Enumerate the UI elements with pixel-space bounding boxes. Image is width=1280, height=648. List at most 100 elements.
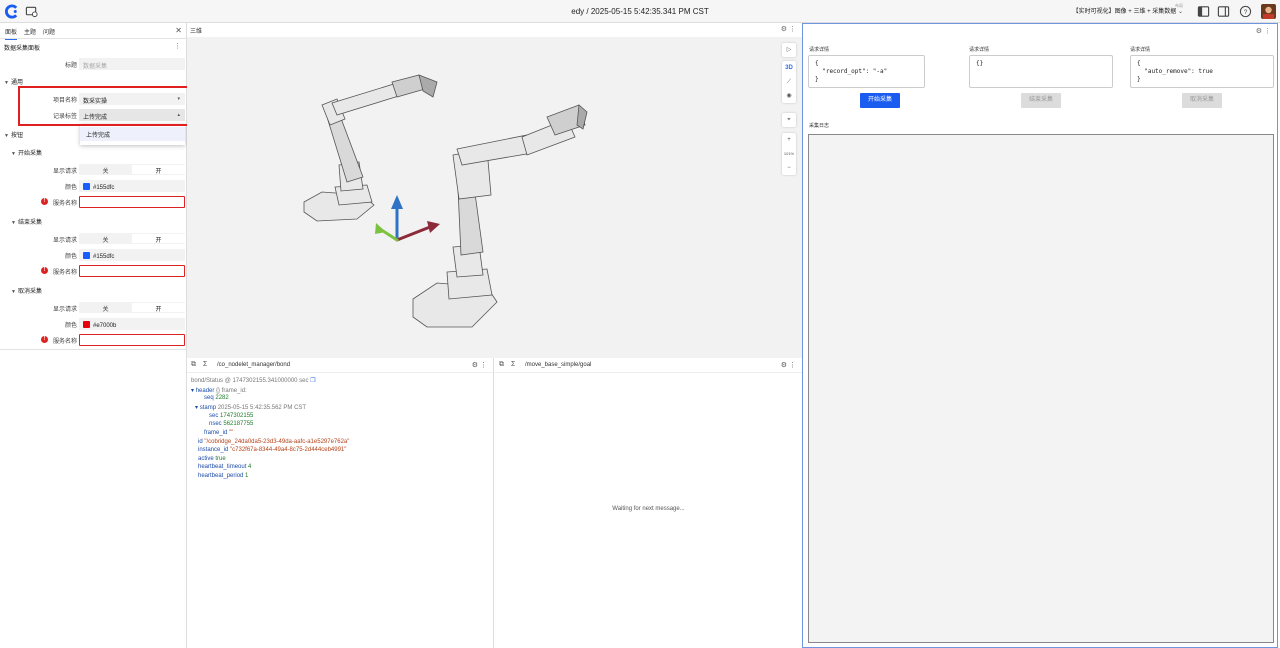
3d-viewport[interactable]: ▷ 3D ⟋ ◉ ⌖ + 101% − <box>187 37 802 358</box>
3d-toggle[interactable]: 3D <box>782 61 796 75</box>
service-row: ! 服务名称 <box>0 265 187 277</box>
show-request-toggle[interactable]: 关 开 <box>79 233 185 244</box>
request-json-editor[interactable]: { "auto_remove": true } <box>1130 55 1274 88</box>
data-collection-panel: ⚙ ⋮ 请求详情 请求详情 请求详情 { "record_opt": "-a" … <box>802 23 1278 648</box>
toggle-on[interactable]: 开 <box>132 303 185 313</box>
layout-selector[interactable]: 布局 【实时可视化】图像 + 三维 + 采集数据 ⌄ <box>1073 3 1183 16</box>
panel-settings-icon[interactable]: ⚙ ⋮ <box>472 361 487 369</box>
expand-triangle-icon: ▼ <box>11 220 16 226</box>
left-sidebar-toggle-icon[interactable] <box>1197 5 1210 18</box>
request-detail-label: 请求详情 <box>969 47 990 53</box>
color-input[interactable]: #e7000b <box>79 318 185 330</box>
service-label: 服务名称 <box>52 339 77 345</box>
waiting-text: Waiting for next message... <box>612 506 685 512</box>
robot-arm-left <box>303 74 438 222</box>
chevron-down-icon: ⌄ <box>1177 9 1183 15</box>
title-input[interactable]: 数据采集 <box>79 58 185 70</box>
expand-triangle-icon: ▼ <box>11 289 16 295</box>
error-icon: ! <box>41 198 48 205</box>
group-start[interactable]: ▼ 开始采集 <box>11 148 42 157</box>
focus-tool[interactable]: ⌖ <box>782 113 796 127</box>
panel-title: 数据采集面板 <box>4 46 41 52</box>
right-sidebar-toggle-icon[interactable] <box>1217 5 1230 18</box>
tab-panel[interactable]: 面板 <box>5 27 18 40</box>
show-request-row: 显示请求 关 开 <box>0 164 187 176</box>
tab-problems[interactable]: 问题 <box>43 27 55 36</box>
field-active: active true <box>198 456 226 462</box>
color-input[interactable]: #155dfc <box>79 249 185 261</box>
color-row: 颜色 #155dfc <box>0 180 187 192</box>
goal-messages-panel: ⧉ Σ /move_base_simple/goal ⚙ ⋮ Waiting f… <box>495 358 802 648</box>
topic-path[interactable]: /co_nodelet_manager/bond <box>217 362 290 368</box>
color-label: 颜色 <box>64 254 77 260</box>
zoom-out-icon[interactable]: − <box>782 161 796 175</box>
group-end[interactable]: ▼ 结束采集 <box>11 217 42 226</box>
section-buttons[interactable]: ▼ 按钮 <box>4 130 23 139</box>
section-general[interactable]: ▼ 通用 <box>4 77 23 86</box>
service-input[interactable] <box>79 196 185 208</box>
color-swatch[interactable] <box>83 252 90 259</box>
pin-icon[interactable]: ◉ <box>782 89 796 103</box>
more-menu-icon[interactable]: ⋮ <box>174 42 181 50</box>
field-stamp[interactable]: ▾ stamp 2025-05-15 5:42:35.562 PM CST <box>195 404 306 411</box>
panel-icon: ⧉ <box>191 361 196 368</box>
zoom-in-icon[interactable]: + <box>782 133 796 147</box>
help-icon[interactable]: ? <box>1239 5 1252 18</box>
view-tools: 3D ⟋ ◉ <box>782 61 796 103</box>
cancel-collect-button[interactable]: 取消采集 <box>1182 93 1222 108</box>
show-request-toggle[interactable]: 关 开 <box>79 164 185 175</box>
group-cancel[interactable]: ▼ 取消采集 <box>11 286 42 295</box>
service-label: 服务名称 <box>52 270 77 276</box>
field-heartbeat-period: heartbeat_period 1 <box>198 473 249 479</box>
play-icon[interactable]: ▷ <box>782 43 796 57</box>
copy-icon[interactable]: ❐ <box>310 378 315 384</box>
panel-settings-icon[interactable]: ⚙ ⋮ <box>781 25 796 33</box>
service-label: 服务名称 <box>52 201 77 207</box>
panel-settings-icon[interactable]: ⚙ ⋮ <box>781 361 796 369</box>
service-row: ! 服务名称 <box>0 196 187 208</box>
focus-icon[interactable]: ⌖ <box>782 113 796 127</box>
start-collect-button[interactable]: 开始采集 <box>860 93 900 108</box>
toggle-on[interactable]: 开 <box>132 165 185 175</box>
field-seq: seq 2282 <box>204 395 229 401</box>
color-swatch[interactable] <box>83 321 90 328</box>
field-header[interactable]: ▾ header {} frame_id: <box>191 387 247 394</box>
dropdown-option[interactable]: 上传完成 <box>80 127 185 141</box>
tab-topics[interactable]: 主题 <box>24 27 36 36</box>
title-row: 标题 数据采集 <box>0 58 187 70</box>
raw-panel-header: ⧉ Σ /co_nodelet_manager/bond ⚙ ⋮ <box>187 358 493 373</box>
service-input[interactable] <box>79 265 185 277</box>
color-input[interactable]: #155dfc <box>79 180 185 192</box>
ruler-icon[interactable]: ⟋ <box>782 75 796 89</box>
color-swatch[interactable] <box>83 183 90 190</box>
user-avatar[interactable] <box>1261 4 1276 19</box>
request-json-editor[interactable]: {} <box>969 55 1113 88</box>
toggle-on[interactable]: 开 <box>132 234 185 244</box>
sigma-icon[interactable]: Σ <box>203 361 207 368</box>
raw-messages-panel: ⧉ Σ /co_nodelet_manager/bond ⚙ ⋮ bond/St… <box>187 358 494 648</box>
show-request-row: 显示请求 关 开 <box>0 233 187 245</box>
toggle-off[interactable]: 关 <box>79 304 132 313</box>
collect-log[interactable] <box>808 134 1274 643</box>
field-nsec: nsec 562187755 <box>209 421 254 427</box>
toggle-off[interactable]: 关 <box>79 166 132 175</box>
service-input[interactable] <box>79 334 185 346</box>
request-detail-label: 请求详情 <box>1130 47 1151 53</box>
play-tool[interactable]: ▷ <box>782 43 796 57</box>
show-request-toggle[interactable]: 关 开 <box>79 302 185 313</box>
annotation-highlight-box <box>18 86 193 126</box>
robot-arm-right <box>412 104 588 328</box>
zoom-tools: + 101% − <box>782 133 796 175</box>
end-collect-button[interactable]: 结束采集 <box>1021 93 1061 108</box>
panel-3d: 三维 ⚙ ⋮ ▷ 3D ⟋ ◉ ⌖ + 101% − <box>187 23 802 358</box>
close-icon[interactable]: ✕ <box>175 26 182 35</box>
sigma-icon[interactable]: Σ <box>511 361 515 368</box>
request-json-editor[interactable]: { "record_opt": "-a" } <box>808 55 925 88</box>
message-stamp: bond/Status @ 1747302155.341000000 sec ❐ <box>191 378 316 384</box>
panel-icon: ⧉ <box>499 361 504 368</box>
topic-path[interactable]: /move_base_simple/goal <box>525 362 591 368</box>
panel-settings-icon[interactable]: ⚙ ⋮ <box>1256 27 1271 35</box>
divider <box>0 349 187 350</box>
toggle-off[interactable]: 关 <box>79 235 132 244</box>
title-label: 标题 <box>64 63 77 69</box>
